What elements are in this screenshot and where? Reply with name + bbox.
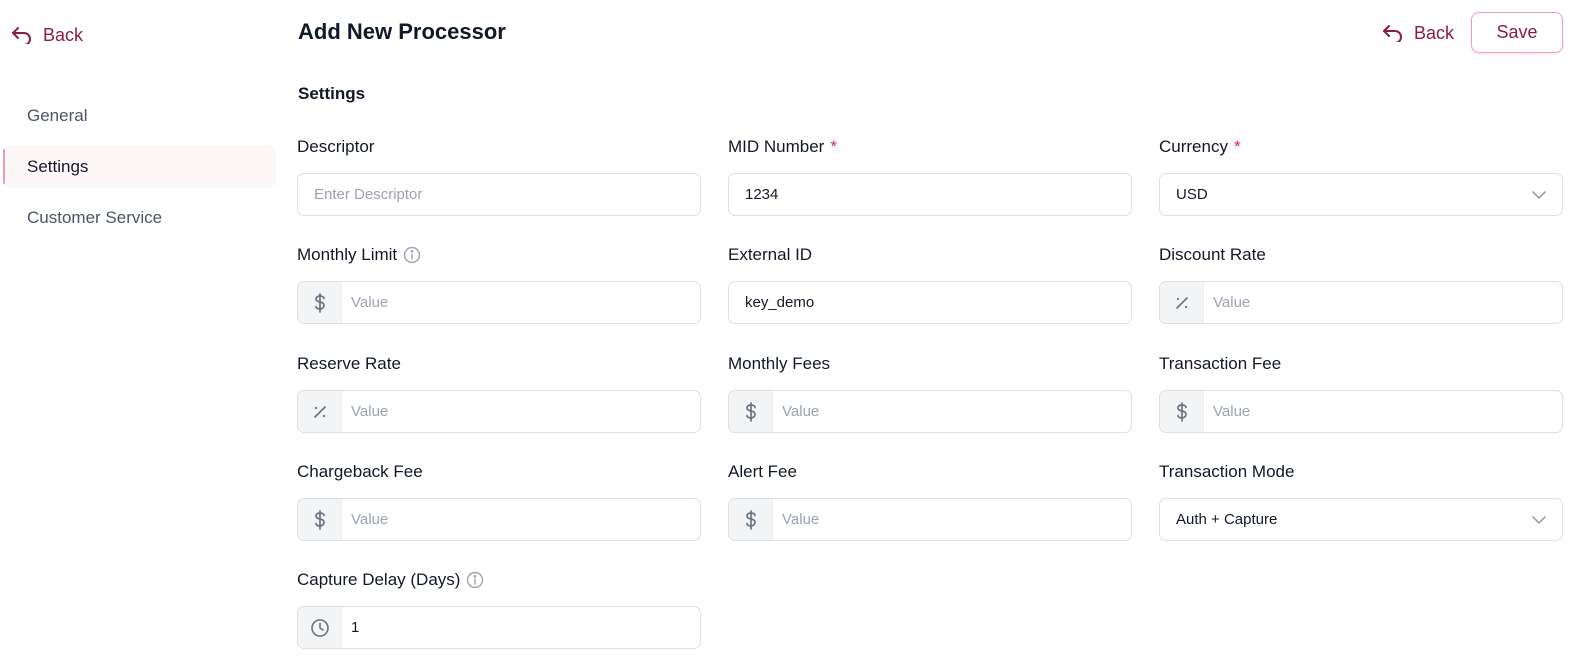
mid-number-input[interactable]	[729, 174, 1131, 215]
monthly-limit-label: Monthly Limit	[297, 245, 398, 264]
field-label: Reserve Rate	[297, 353, 701, 375]
mid-number-control	[728, 173, 1132, 216]
discount-rate-field: Discount Rate	[1159, 244, 1563, 324]
side-nav-label: Settings	[27, 156, 89, 176]
capture-delay-label: Capture Delay (Days)	[297, 570, 461, 589]
dollar-icon	[729, 499, 773, 540]
mid-number-label: MID Number	[728, 137, 825, 156]
currency-label: Currency	[1159, 137, 1228, 156]
side-nav-label: Customer Service	[27, 207, 163, 227]
info-icon[interactable]	[403, 246, 421, 264]
undo-arrow-icon	[11, 26, 33, 44]
descriptor-field: Descriptor	[297, 136, 701, 216]
transaction-fee-input[interactable]	[1204, 391, 1562, 432]
field-label: External ID	[728, 244, 1132, 266]
side-nav-label: General	[27, 105, 88, 125]
capture-delay-control	[297, 606, 701, 649]
field-label: Capture Delay (Days)	[297, 569, 701, 591]
chevron-down-icon	[1532, 515, 1546, 524]
chargeback-fee-control	[297, 498, 701, 541]
transaction-fee-field: Transaction Fee	[1159, 353, 1563, 433]
side-nav-item-settings[interactable]: Settings	[3, 145, 276, 188]
required-mark: *	[1233, 137, 1241, 156]
chargeback-fee-field: Chargeback Fee	[297, 461, 701, 541]
reserve-rate-input[interactable]	[342, 391, 700, 432]
back-label: Back	[1414, 22, 1455, 43]
external-id-field: External ID	[728, 244, 1132, 324]
section-title: Settings	[298, 84, 366, 103]
save-button[interactable]: Save	[1471, 12, 1563, 53]
back-label: Back	[43, 24, 84, 45]
external-id-control	[728, 281, 1132, 324]
undo-arrow-icon	[1382, 24, 1404, 42]
transaction-mode-field: Transaction Mode Auth + Capture	[1159, 461, 1563, 541]
external-id-label: External ID	[728, 245, 813, 264]
field-label: Monthly Fees	[728, 353, 1132, 375]
alert-fee-input[interactable]	[773, 499, 1131, 540]
dollar-icon	[1160, 391, 1204, 432]
reserve-rate-control	[297, 390, 701, 433]
alert-fee-field: Alert Fee	[728, 461, 1132, 541]
currency-selected-value: USD	[1176, 186, 1208, 203]
discount-rate-label: Discount Rate	[1159, 245, 1266, 264]
alert-fee-label: Alert Fee	[728, 462, 797, 481]
field-label: Alert Fee	[728, 461, 1132, 483]
dollar-icon	[298, 499, 342, 540]
transaction-fee-control	[1159, 390, 1563, 433]
field-label: Transaction Mode	[1159, 461, 1563, 483]
side-nav: General Settings Customer Service	[3, 94, 276, 247]
discount-rate-input[interactable]	[1204, 282, 1562, 323]
descriptor-input[interactable]	[298, 174, 700, 215]
chargeback-fee-input[interactable]	[342, 499, 700, 540]
reserve-rate-label: Reserve Rate	[297, 354, 401, 373]
percent-icon	[1160, 282, 1204, 323]
reserve-rate-field: Reserve Rate	[297, 353, 701, 433]
field-label: MID Number *	[728, 136, 1132, 158]
field-label: Transaction Fee	[1159, 353, 1563, 375]
descriptor-label: Descriptor	[297, 137, 375, 156]
side-nav-item-general[interactable]: General	[3, 94, 276, 137]
page-title: Add New Processor	[298, 19, 506, 44]
external-id-input[interactable]	[729, 282, 1131, 323]
chevron-down-icon	[1532, 190, 1546, 199]
info-icon[interactable]	[466, 571, 484, 589]
chargeback-fee-label: Chargeback Fee	[297, 462, 423, 481]
percent-icon	[298, 391, 342, 432]
transaction-mode-selected-value: Auth + Capture	[1176, 511, 1278, 528]
side-nav-item-customer-service[interactable]: Customer Service	[3, 196, 276, 239]
monthly-limit-input[interactable]	[342, 282, 700, 323]
descriptor-control	[297, 173, 701, 216]
discount-rate-control	[1159, 281, 1563, 324]
clock-icon	[298, 607, 342, 648]
required-mark: *	[830, 137, 837, 156]
field-label: Discount Rate	[1159, 244, 1563, 266]
transaction-fee-label: Transaction Fee	[1159, 354, 1282, 373]
monthly-fees-control	[728, 390, 1132, 433]
dollar-icon	[298, 282, 342, 323]
field-label: Chargeback Fee	[297, 461, 701, 483]
mid-number-field: MID Number *	[728, 136, 1132, 216]
capture-delay-input[interactable]	[342, 607, 700, 648]
transaction-mode-label: Transaction Mode	[1159, 462, 1295, 481]
currency-field: Currency * USD	[1159, 136, 1563, 216]
back-link-left[interactable]: Back	[11, 22, 83, 48]
monthly-limit-control	[297, 281, 701, 324]
dollar-icon	[729, 391, 773, 432]
field-label: Monthly Limit	[297, 244, 701, 266]
monthly-fees-field: Monthly Fees	[728, 353, 1132, 433]
monthly-fees-input[interactable]	[773, 391, 1131, 432]
capture-delay-field: Capture Delay (Days)	[297, 569, 701, 649]
currency-select[interactable]: USD	[1159, 173, 1563, 216]
monthly-fees-label: Monthly Fees	[728, 354, 831, 373]
alert-fee-control	[728, 498, 1132, 541]
monthly-limit-field: Monthly Limit	[297, 244, 701, 324]
field-label: Descriptor	[297, 136, 701, 158]
transaction-mode-select[interactable]: Auth + Capture	[1159, 498, 1563, 541]
back-link-header[interactable]: Back	[1382, 20, 1454, 46]
field-label: Currency *	[1159, 136, 1563, 158]
